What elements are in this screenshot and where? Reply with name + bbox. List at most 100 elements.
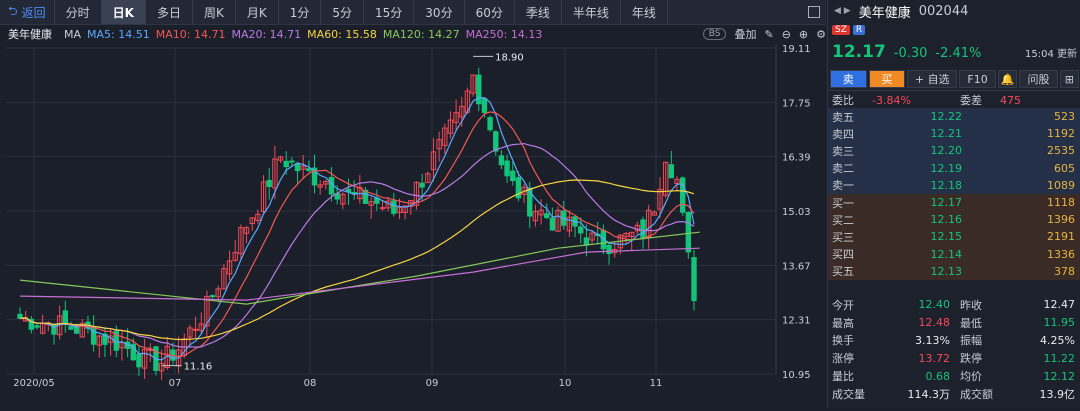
back-arrow-icon: ⮌ xyxy=(8,3,18,18)
tab-7[interactable]: 15分 xyxy=(364,0,415,24)
action-button-1[interactable]: 买 xyxy=(868,70,906,88)
candle-body xyxy=(583,237,590,246)
wei-bi-label: 委比 xyxy=(832,94,854,107)
price-change-pct: -2.41% xyxy=(935,46,982,61)
x-tick-label: 2020/05 xyxy=(13,378,55,389)
ma-label: MA xyxy=(64,27,82,41)
stat-label: 量比 xyxy=(832,370,854,384)
level-label: 买二 xyxy=(832,213,854,227)
level-price: 12.18 xyxy=(930,178,963,192)
y-tick-label: 16.39 xyxy=(782,153,811,164)
level-volume: 605 xyxy=(1054,161,1075,175)
ask-row: 卖四 12.21 1192 xyxy=(828,125,1080,143)
candle-body xyxy=(289,160,295,163)
level-price: 12.15 xyxy=(930,230,963,244)
stat-label: 今开 xyxy=(832,298,854,312)
ma-item-3: MA60: 15.58 xyxy=(307,27,377,41)
chart-tools: BS 叠加 ✎ ⊖ ⊕ ⚙ xyxy=(702,25,826,43)
pencil-icon[interactable]: ✎ xyxy=(764,28,773,41)
tab-10[interactable]: 季线 xyxy=(515,0,562,24)
action-button-4[interactable]: 🔔 xyxy=(997,70,1018,88)
y-tick-label: 12.31 xyxy=(782,316,811,327)
tab-2[interactable]: 多日 xyxy=(146,0,193,24)
action-button-2[interactable]: + 自选 xyxy=(907,70,958,88)
level-volume: 378 xyxy=(1054,264,1075,278)
settings-gear-icon[interactable]: ⚙ xyxy=(816,28,826,41)
stat-value: 114.3万 xyxy=(907,387,951,401)
stat-row: 换手 3.13% 振幅 4.25% xyxy=(828,332,1080,350)
ma5-line xyxy=(19,97,695,361)
level-volume: 1336 xyxy=(1047,247,1075,261)
candle-body xyxy=(549,217,556,231)
zoom-out-icon[interactable]: ⊖ xyxy=(782,28,791,41)
stat-value: 0.68 xyxy=(925,369,951,383)
stat-value: 13.72 xyxy=(918,351,951,365)
high-label: 18.90 xyxy=(495,52,524,63)
bid-row: 买五 12.13 378 xyxy=(828,262,1080,280)
back-label: 返回 xyxy=(21,5,46,20)
tab-1[interactable]: 日K xyxy=(101,0,146,24)
candle-body xyxy=(294,163,301,172)
period-toolbar: ⮌ 返回 分时 日K 多日 周K 月K 1分 5分 15分 30分 60分 季线 半年线 年线 xyxy=(0,0,826,25)
zoom-in-icon[interactable]: ⊕ xyxy=(799,28,808,41)
candle-body xyxy=(51,323,57,335)
candle-body xyxy=(606,244,612,255)
market-badge-0: SZ xyxy=(832,25,850,35)
level-volume: 2535 xyxy=(1047,144,1075,158)
back-button[interactable]: ⮌ 返回 xyxy=(0,0,55,24)
tab-8[interactable]: 30分 xyxy=(414,0,465,24)
stat-label: 涨停 xyxy=(832,352,854,366)
tab-5[interactable]: 1分 xyxy=(279,0,322,24)
ma20-line xyxy=(19,142,695,348)
action-button-6[interactable]: ⊞ xyxy=(1059,70,1080,88)
maximize-icon[interactable] xyxy=(808,6,820,18)
kline-chart[interactable]: 19.11 17.75 16.39 15.03 13.67 12.31 10.95 2020/… xyxy=(0,44,826,408)
tab-4[interactable]: 月K xyxy=(236,0,279,24)
stock-name: 美年健康 xyxy=(8,28,52,41)
level-label: 买五 xyxy=(832,265,854,279)
market-badges: SZ R xyxy=(832,25,866,35)
action-button-3[interactable]: F10 xyxy=(959,70,996,88)
level-price: 12.21 xyxy=(930,127,963,141)
stat-label-2: 振幅 xyxy=(960,334,982,348)
candle-body xyxy=(544,213,550,219)
bid-row: 买一 12.17 1118 xyxy=(828,193,1080,212)
tab-0[interactable]: 分时 xyxy=(55,0,102,24)
candle-body xyxy=(391,200,397,214)
bs-toggle[interactable]: BS xyxy=(702,28,727,40)
level-label: 卖二 xyxy=(832,162,854,176)
action-button-5[interactable]: 问股 xyxy=(1019,70,1058,88)
level-label: 卖四 xyxy=(832,127,854,141)
ma60-line xyxy=(19,179,695,341)
candle-body xyxy=(481,97,488,114)
x-tick-label: 11 xyxy=(650,378,663,389)
tab-3[interactable]: 周K xyxy=(193,0,236,24)
action-button-0[interactable]: 卖 xyxy=(830,70,867,88)
candle-body xyxy=(679,177,686,213)
tab-11[interactable]: 半年线 xyxy=(562,0,621,24)
stat-label: 成交量 xyxy=(832,387,865,401)
tab-12[interactable]: 年线 xyxy=(621,0,668,24)
level-volume: 1118 xyxy=(1047,196,1075,210)
tab-9[interactable]: 60分 xyxy=(465,0,515,24)
candle-body xyxy=(476,74,482,105)
stat-value: 3.13% xyxy=(915,333,950,347)
prev-next-icon[interactable]: ◀ ▶ xyxy=(834,6,851,16)
candle-body xyxy=(328,177,335,195)
ma250-line xyxy=(19,247,700,301)
y-tick-label: 17.75 xyxy=(782,98,811,109)
level-volume: 2191 xyxy=(1047,230,1075,244)
bid-row: 买二 12.16 1396 xyxy=(828,211,1080,229)
stat-row: 涨停 13.72 跌停 11.22 xyxy=(828,349,1080,367)
level-label: 买三 xyxy=(832,230,854,244)
level-label: 买一 xyxy=(832,196,854,210)
candle-body xyxy=(419,182,425,188)
level-price: 12.16 xyxy=(930,213,963,227)
overlay-button[interactable]: 叠加 xyxy=(734,26,756,42)
level-price: 12.19 xyxy=(930,161,963,175)
tab-6[interactable]: 5分 xyxy=(321,0,365,24)
level-price: 12.14 xyxy=(930,247,963,261)
stat-row: 成交量 114.3万 成交额 13.9亿 xyxy=(828,385,1080,403)
ma-item-4: MA120: 14.27 xyxy=(382,27,460,41)
candle-body xyxy=(493,131,499,152)
